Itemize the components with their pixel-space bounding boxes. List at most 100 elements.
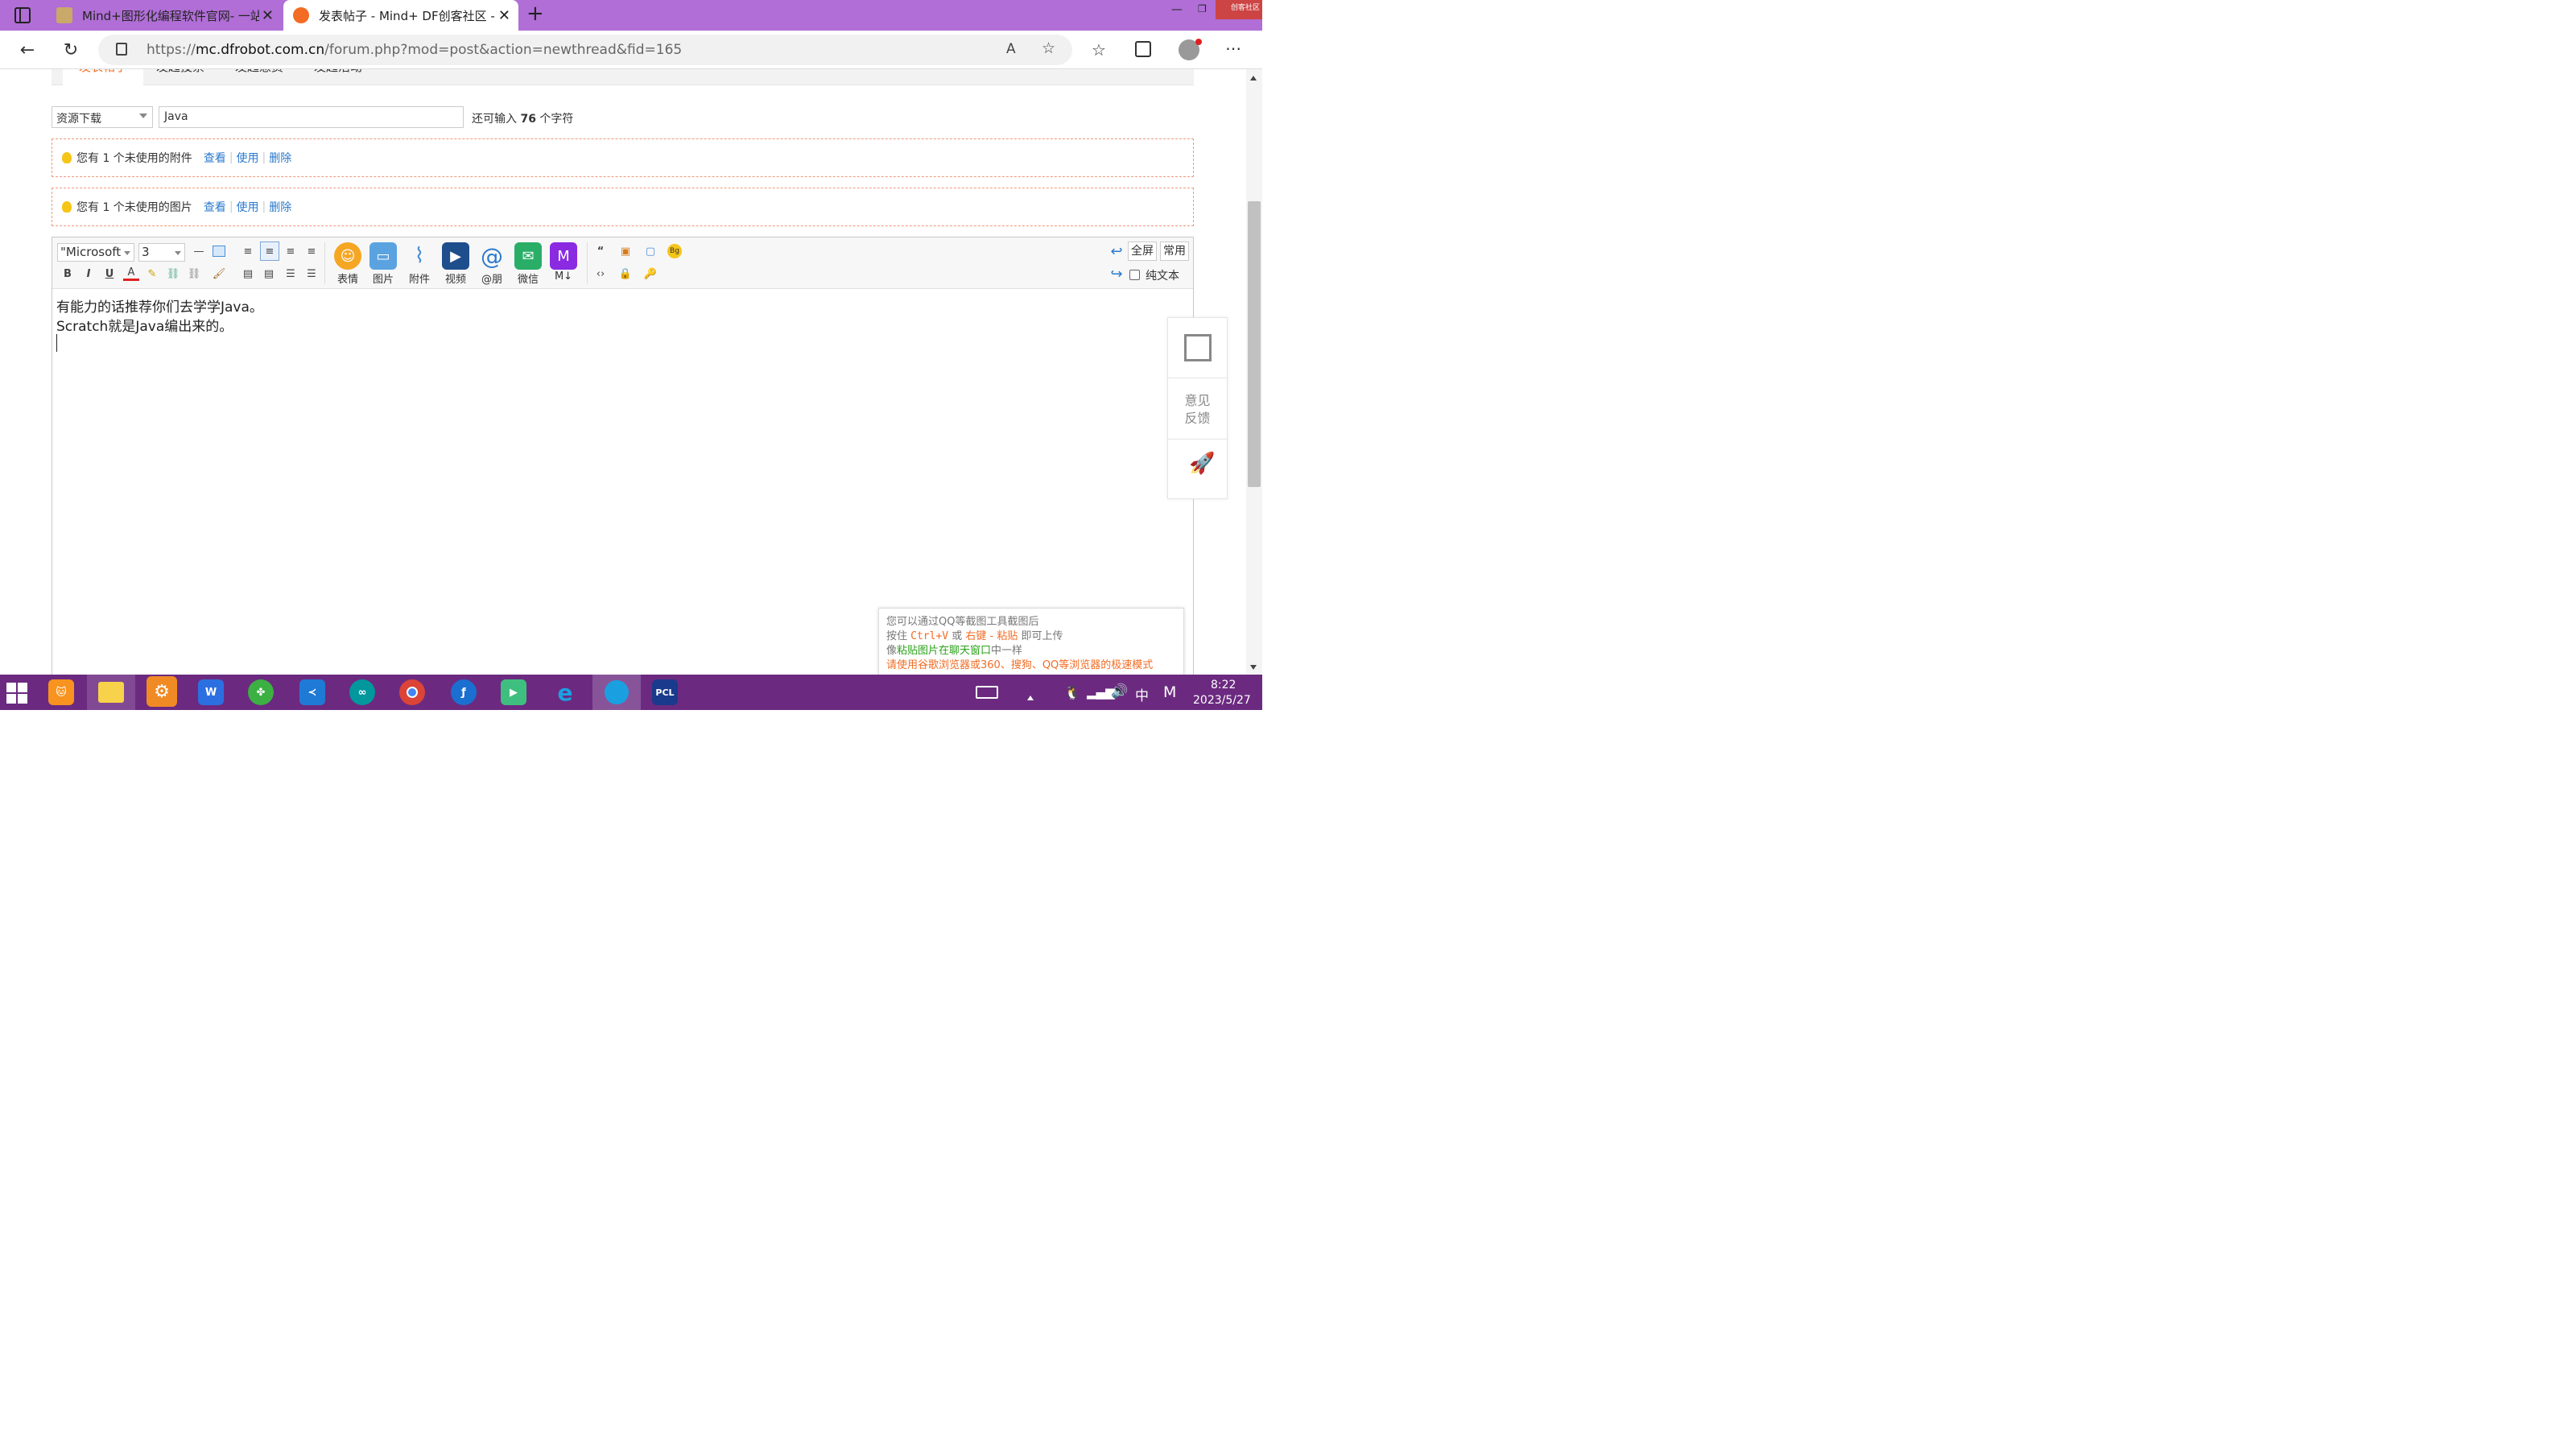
clock-date[interactable]: 2023/5/27 [1193, 694, 1251, 707]
back-button[interactable]: ← [14, 37, 40, 63]
tab-new-activity[interactable]: 发起活动 [314, 69, 362, 76]
qq-tray-icon[interactable]: 🐧 [1064, 685, 1080, 700]
restore-button[interactable]: ❐ [1198, 3, 1207, 14]
common-button[interactable]: 常用 [1160, 242, 1189, 261]
close-icon[interactable]: ✕ [498, 7, 510, 24]
redo-icon[interactable]: ↪ [1108, 266, 1125, 283]
ime-indicator[interactable]: 中 [1135, 684, 1149, 704]
windows-start-icon[interactable] [6, 683, 27, 704]
arduino-app-icon[interactable]: ∞ [349, 679, 375, 705]
code-icon[interactable]: ‹› [592, 266, 609, 281]
volume-icon[interactable]: 🔊 [1111, 683, 1128, 700]
font-color-icon[interactable]: A [123, 266, 139, 281]
delete-image-link[interactable]: 删除 [269, 199, 291, 215]
fullscreen-button[interactable]: 全屏 [1128, 242, 1157, 261]
chrome-app-icon[interactable] [399, 679, 425, 705]
use-attachment-link[interactable]: 使用 [237, 150, 259, 166]
new-tab-button[interactable]: + [526, 2, 544, 26]
more-menu-icon[interactable]: ⋯ [1225, 39, 1241, 58]
add-favorite-icon[interactable]: ☆ [1042, 39, 1055, 57]
tab-mindplus-official[interactable]: Mind+图形化编程软件官网- 一站 ✕ [47, 0, 282, 31]
flash-app-icon[interactable]: ƒ [451, 679, 477, 705]
url-input[interactable]: https://mc.dfrobot.com.cn/forum.php?mod=… [98, 35, 1072, 65]
align-center-icon[interactable]: ≡ [283, 244, 299, 258]
view-attachment-link[interactable]: 查看 [204, 150, 226, 166]
edge-app-icon[interactable] [592, 675, 641, 710]
attachment-icon[interactable]: ⌇ [406, 242, 433, 270]
qrcode-icon[interactable] [1184, 334, 1212, 361]
tab-new-thread[interactable]: 发表帖子 [63, 69, 143, 86]
wps-app-icon[interactable]: W [198, 679, 224, 705]
font-select[interactable]: "Microsoft [57, 243, 134, 262]
show-hidden-icons-icon[interactable] [1027, 696, 1034, 700]
video-icon[interactable]: ▶ [442, 242, 469, 270]
vscode-app-icon[interactable]: ≺ [299, 679, 325, 705]
pcl-app-icon[interactable]: PCL [652, 679, 678, 705]
scroll-down-arrow-icon[interactable] [1250, 665, 1257, 670]
float-right-icon[interactable]: ▤ [261, 266, 277, 281]
quote-icon[interactable]: “ [592, 244, 609, 258]
close-icon[interactable]: ✕ [262, 7, 274, 24]
lock-icon[interactable] [116, 43, 127, 56]
feedback-button[interactable]: 意见 反馈 [1168, 392, 1227, 427]
size-select[interactable]: 3 [138, 243, 185, 262]
wechat-icon[interactable]: ✉ [514, 242, 542, 270]
unlink-icon[interactable]: ⛓ [186, 266, 202, 281]
align-left-icon[interactable]: ≡ [240, 244, 256, 258]
file-explorer-icon[interactable] [87, 675, 135, 710]
tab-new-reward[interactable]: 发起悬赏 [235, 69, 283, 76]
delete-attachment-link[interactable]: 删除 [269, 150, 291, 166]
tab-actions-icon[interactable] [14, 7, 31, 23]
refresh-button[interactable]: ↻ [58, 37, 84, 63]
float-left-icon[interactable]: ▤ [240, 266, 256, 281]
scratch-app-icon[interactable]: 🐱 [48, 679, 74, 705]
plain-text-checkbox[interactable] [1129, 270, 1140, 280]
avatar[interactable] [1179, 39, 1202, 60]
page-break-icon[interactable]: ▢ [642, 244, 658, 258]
scrollbar-thumb[interactable] [1248, 201, 1261, 487]
collections-icon[interactable] [1135, 41, 1151, 57]
password-icon[interactable]: 🔑 [642, 266, 658, 281]
align-justify-icon[interactable]: ≡ [260, 242, 279, 261]
ie-app-icon[interactable]: e [552, 679, 578, 706]
back-to-top-rocket-icon[interactable]: 🚀 [1189, 452, 1215, 476]
chevron-down-icon [175, 251, 181, 255]
unordered-list-icon[interactable]: ☰ [303, 266, 320, 281]
align-right-icon[interactable]: ≡ [303, 244, 320, 258]
favorites-icon[interactable]: ☆ [1092, 40, 1106, 60]
link-icon[interactable]: ⛓ [165, 266, 181, 281]
undo-icon[interactable]: ↩ [1108, 243, 1125, 260]
free-content-icon[interactable]: ▣ [617, 244, 634, 258]
tab-new-poll[interactable]: 发起投票 [156, 69, 204, 76]
category-select[interactable]: 资源下载 [52, 106, 153, 128]
font-select-value: "Microsoft [60, 245, 122, 259]
image-icon[interactable]: ▭ [369, 242, 397, 270]
horizontal-rule-icon[interactable]: — [191, 244, 207, 258]
mention-icon[interactable]: @ [478, 242, 506, 270]
markdown-icon[interactable]: M [550, 242, 577, 270]
keyboard-icon[interactable] [976, 686, 998, 699]
bold-icon[interactable]: B [60, 266, 76, 281]
table-icon[interactable] [211, 244, 227, 258]
hide-content-icon[interactable]: 🔒 [617, 266, 634, 281]
settings-app-icon[interactable]: ⚙ [147, 676, 177, 707]
title-input[interactable]: Java [159, 106, 464, 128]
scroll-up-arrow-icon[interactable] [1250, 76, 1257, 80]
dfrobot-favicon-icon [293, 7, 309, 23]
read-aloud-icon[interactable]: A [1006, 41, 1016, 57]
format-painter-icon[interactable]: 🖌 [211, 266, 227, 281]
ime-mode-indicator[interactable]: M [1163, 683, 1176, 701]
emoji-icon[interactable]: ☺ [334, 242, 361, 270]
tab-post-thread[interactable]: 发表帖子 - Mind+ DF创客社区 - : ✕ [283, 0, 518, 31]
underline-icon[interactable]: U [101, 266, 118, 281]
media-player-icon[interactable]: ▶ [501, 679, 526, 705]
background-color-icon[interactable]: ✎ [144, 266, 160, 281]
italic-icon[interactable]: I [80, 266, 97, 281]
clock-time[interactable]: 8:22 [1211, 679, 1236, 691]
ordered-list-icon[interactable]: ☰ [283, 266, 299, 281]
minimize-button[interactable]: — [1171, 3, 1183, 16]
use-image-link[interactable]: 使用 [237, 199, 259, 215]
background-music-icon[interactable]: Bg [667, 244, 682, 258]
view-image-link[interactable]: 查看 [204, 199, 226, 215]
clover-app-icon[interactable]: ✤ [248, 679, 274, 705]
